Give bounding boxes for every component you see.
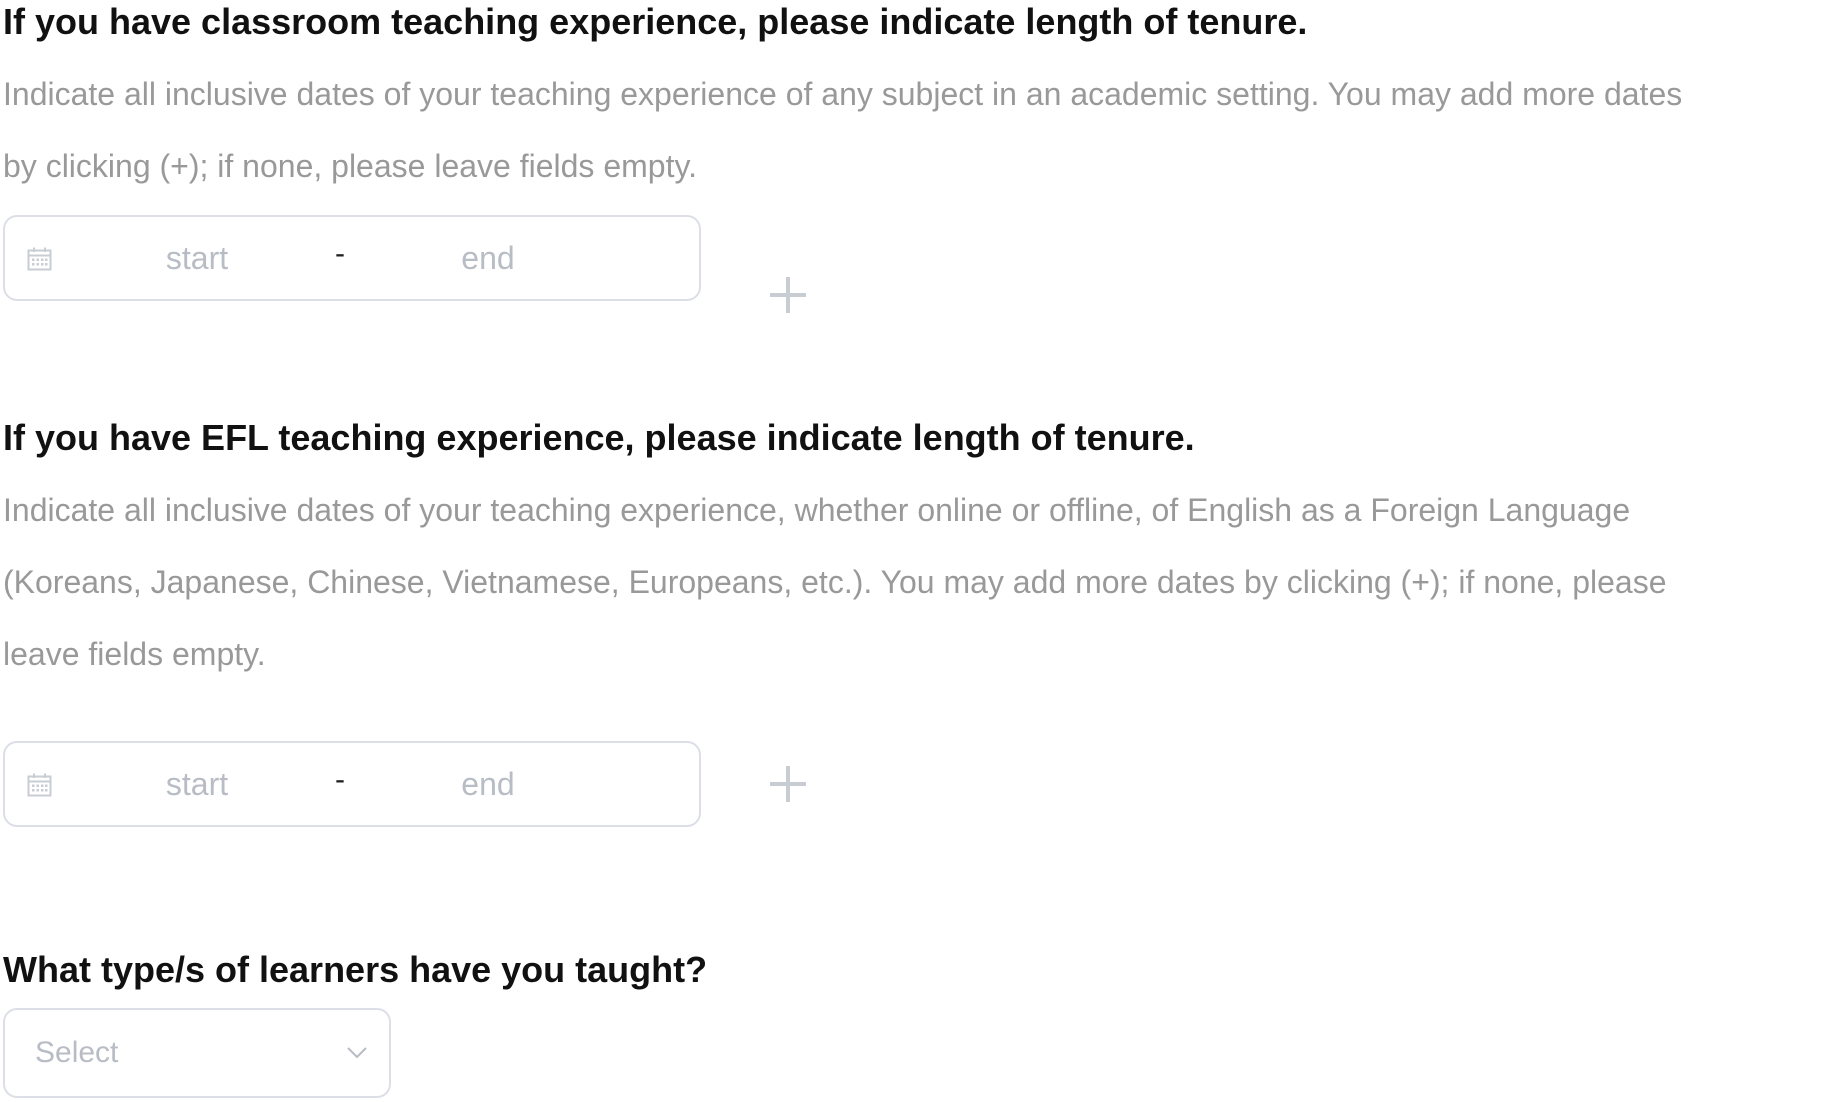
classroom-date-range-picker[interactable]: - (3, 215, 701, 301)
end-date-input[interactable] (393, 743, 583, 825)
calendar-icon (27, 247, 52, 271)
efl-date-range-picker[interactable]: - (3, 741, 701, 827)
description-line: leave fields empty. (3, 636, 266, 672)
description-line: Indicate all inclusive dates of your tea… (3, 76, 1683, 112)
end-date-input[interactable] (393, 217, 583, 299)
range-separator: - (335, 763, 345, 796)
description-line: Indicate all inclusive dates of your tea… (3, 492, 1631, 528)
start-date-input[interactable] (102, 217, 292, 299)
classroom-experience-section: If you have classroom teaching experienc… (3, 0, 1839, 202)
efl-experience-description: Indicate all inclusive dates of your tea… (3, 474, 1839, 690)
learner-types-select[interactable]: Select (3, 1008, 391, 1098)
learner-types-section: What type/s of learners have you taught? (3, 948, 707, 992)
classroom-experience-description: Indicate all inclusive dates of your tea… (3, 58, 1839, 202)
classroom-experience-title: If you have classroom teaching experienc… (3, 1, 1308, 42)
efl-experience-section: If you have EFL teaching experience, ple… (3, 416, 1839, 690)
range-separator: - (335, 237, 345, 270)
description-line: (Koreans, Japanese, Chinese, Vietnamese,… (3, 564, 1667, 600)
calendar-icon (27, 773, 52, 797)
start-date-input[interactable] (102, 743, 292, 825)
chevron-down-icon (347, 1047, 367, 1059)
learner-types-title: What type/s of learners have you taught? (3, 949, 708, 990)
plus-icon[interactable] (766, 273, 810, 317)
efl-experience-title: If you have EFL teaching experience, ple… (3, 417, 1195, 458)
description-line: by clicking (+); if none, please leave f… (3, 148, 697, 184)
plus-icon[interactable] (766, 762, 810, 806)
select-placeholder: Select (35, 1036, 119, 1069)
